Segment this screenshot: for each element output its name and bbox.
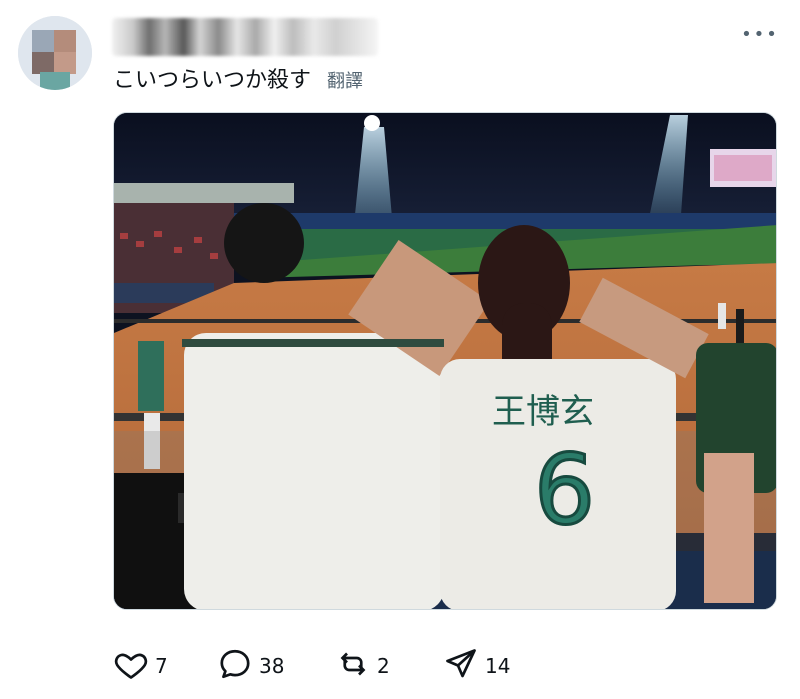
avatar[interactable] — [18, 16, 92, 90]
retweet-icon — [335, 646, 371, 687]
share-button[interactable]: 14 — [443, 646, 510, 686]
tweet-media[interactable]: 王博玄 6 — [113, 112, 777, 610]
translate-link[interactable]: 翻譯 — [327, 67, 363, 93]
tweet-text-row: こいつらいつか殺す 翻譯 — [113, 62, 363, 96]
jersey-number: 6 — [534, 434, 595, 546]
like-count: 7 — [155, 654, 168, 678]
retweet-button[interactable]: 2 — [335, 646, 390, 686]
share-icon — [443, 646, 479, 687]
stadium-photo: 王博玄 6 — [114, 113, 776, 609]
username-blurred[interactable] — [112, 18, 378, 56]
more-icon: ••• — [741, 23, 779, 45]
tweet-text: こいつらいつか殺す — [113, 68, 312, 93]
share-count: 14 — [485, 654, 511, 678]
heart-icon — [113, 646, 149, 687]
reply-button[interactable]: 38 — [217, 646, 284, 686]
more-options-button[interactable]: ••• — [740, 22, 780, 46]
reply-count: 38 — [259, 654, 285, 678]
reply-icon — [217, 646, 253, 687]
retweet-count: 2 — [377, 654, 390, 678]
jersey-name: 王博玄 — [492, 392, 594, 432]
like-button[interactable]: 7 — [113, 646, 168, 686]
